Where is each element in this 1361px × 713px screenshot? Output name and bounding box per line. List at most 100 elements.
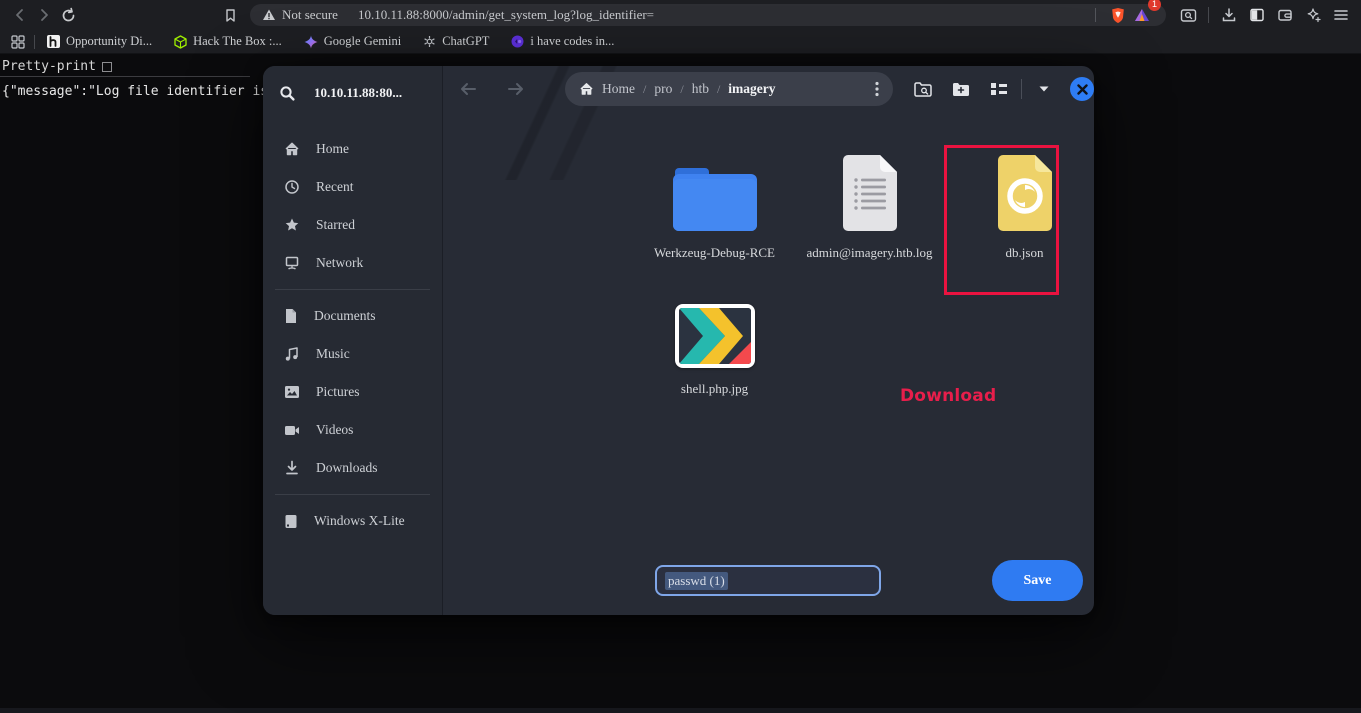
screen: Not secure 10.10.11.88:8000/admin/get_sy… bbox=[0, 0, 1361, 713]
sidebar-item-music[interactable]: Music bbox=[263, 335, 442, 373]
breadcrumb-imagery[interactable]: imagery bbox=[728, 81, 775, 97]
sidebar-item-label: Documents bbox=[314, 308, 376, 324]
bookmark-opportunity[interactable]: Opportunity Di... bbox=[45, 32, 154, 52]
file-werkzeug-debug-rce[interactable]: Werkzeug-Debug-RCE bbox=[637, 136, 792, 272]
new-folder-button[interactable] bbox=[949, 77, 973, 101]
bookmark-codes[interactable]: i have codes in... bbox=[509, 32, 616, 52]
search-folder-button[interactable] bbox=[911, 77, 935, 101]
save-button[interactable]: Save bbox=[992, 560, 1083, 601]
download-tray-icon bbox=[1221, 7, 1237, 23]
breadcrumb-htb[interactable]: htb bbox=[692, 81, 709, 97]
header-separator bbox=[1021, 79, 1022, 99]
kebab-menu-icon bbox=[875, 81, 879, 97]
bookmark-gemini[interactable]: Google Gemini bbox=[302, 32, 403, 52]
bookmark-label: i have codes in... bbox=[530, 34, 614, 49]
sidebar-item-videos[interactable]: Videos bbox=[263, 411, 442, 449]
back-button[interactable] bbox=[8, 3, 32, 27]
pretty-print-checkbox[interactable] bbox=[102, 62, 112, 72]
reload-icon bbox=[60, 7, 77, 24]
sidebar-item-downloads[interactable]: Downloads bbox=[263, 449, 442, 487]
toolbar-right-icons bbox=[1176, 3, 1353, 27]
brave-shield-button[interactable] bbox=[1106, 3, 1130, 27]
view-mode-button[interactable] bbox=[987, 77, 1011, 101]
url-text: 10.10.11.88:8000/admin/get_system_log?lo… bbox=[358, 7, 1085, 23]
brave-rewards-icon bbox=[1134, 8, 1150, 23]
sidebar-item-network[interactable]: Network bbox=[263, 244, 442, 282]
dialog-header-actions bbox=[911, 77, 1094, 101]
dialog-back-button[interactable] bbox=[455, 76, 481, 102]
view-dropdown-button[interactable] bbox=[1032, 77, 1056, 101]
leo-ai-button[interactable] bbox=[1301, 3, 1325, 27]
forward-button[interactable] bbox=[32, 3, 56, 27]
apps-grid-icon bbox=[11, 35, 25, 49]
dialog-header: Home / pro / htb / imagery bbox=[443, 66, 1094, 112]
file-label: db.json bbox=[1006, 245, 1044, 261]
bookmark-hackthebox[interactable]: Hack The Box :... bbox=[172, 32, 284, 52]
downloads-button[interactable] bbox=[1217, 3, 1241, 27]
hackerone-h-icon bbox=[47, 35, 60, 48]
file-db-json[interactable]: db.json bbox=[947, 136, 1094, 272]
bookmarks-bar: Opportunity Di... Hack The Box :... Goog… bbox=[0, 30, 1361, 54]
sidebar-item-recent[interactable]: Recent bbox=[263, 168, 442, 206]
search-tabs-button[interactable] bbox=[1176, 3, 1200, 27]
gemini-star-icon bbox=[304, 35, 318, 49]
filename-input[interactable]: passwd (1) bbox=[655, 565, 881, 596]
file-label: admin@imagery.htb.log bbox=[807, 245, 933, 261]
sidebar-item-label: Recent bbox=[316, 179, 353, 195]
htb-cube-icon bbox=[174, 35, 187, 49]
bookmark-chatgpt[interactable]: ChatGPT bbox=[421, 32, 491, 52]
annotation-download-label: Download bbox=[900, 386, 996, 406]
close-button[interactable] bbox=[1070, 77, 1094, 101]
network-icon bbox=[284, 255, 300, 271]
menu-button[interactable] bbox=[1329, 3, 1353, 27]
reload-button[interactable] bbox=[56, 3, 80, 27]
address-bar[interactable]: Not secure 10.10.11.88:8000/admin/get_sy… bbox=[250, 4, 1166, 26]
video-camera-icon bbox=[284, 424, 300, 437]
rewards-badge: 1 bbox=[1148, 0, 1161, 11]
toolbar-separator bbox=[1208, 7, 1209, 23]
warning-triangle-icon bbox=[262, 8, 276, 22]
chevron-down-icon bbox=[1038, 85, 1050, 93]
home-icon bbox=[284, 141, 300, 157]
sidebar-item-label: Downloads bbox=[316, 460, 378, 476]
apps-button[interactable] bbox=[8, 32, 28, 52]
file-label: shell.php.jpg bbox=[681, 381, 748, 397]
pretty-print-row: Pretty-print bbox=[2, 59, 112, 74]
filename-selected-text: passwd (1) bbox=[665, 572, 728, 590]
sidebar-item-starred[interactable]: Starred bbox=[263, 206, 442, 244]
sidebar-item-windows-x-lite[interactable]: Windows X-Lite bbox=[263, 502, 442, 540]
search-icon[interactable] bbox=[279, 85, 296, 102]
security-label: Not secure bbox=[282, 7, 338, 23]
clock-icon bbox=[284, 179, 300, 195]
forward-arrow-icon bbox=[506, 81, 526, 97]
sidebar-item-label: Starred bbox=[316, 217, 355, 233]
forward-arrow-icon bbox=[36, 7, 52, 23]
bookmark-this-page-button[interactable] bbox=[218, 3, 242, 27]
file-shell-php-jpg[interactable]: shell.php.jpg bbox=[637, 272, 792, 408]
sidebar-item-label: Home bbox=[316, 141, 349, 157]
wallet-icon bbox=[1277, 7, 1293, 23]
brave-rewards-button[interactable]: 1 bbox=[1130, 3, 1154, 27]
file-admin-log[interactable]: admin@imagery.htb.log bbox=[792, 136, 947, 272]
breadcrumb-pro[interactable]: pro bbox=[654, 81, 672, 97]
dialog-forward-button[interactable] bbox=[503, 76, 529, 102]
close-icon bbox=[1077, 84, 1088, 95]
bookmark-label: Opportunity Di... bbox=[66, 34, 152, 49]
wallet-button[interactable] bbox=[1273, 3, 1297, 27]
breadcrumb-separator: / bbox=[643, 82, 646, 97]
sidebar-item-pictures[interactable]: Pictures bbox=[263, 373, 442, 411]
purple-chat-icon bbox=[511, 35, 524, 48]
bookmark-label: Google Gemini bbox=[324, 34, 401, 49]
sidebar-item-documents[interactable]: Documents bbox=[263, 297, 442, 335]
pretty-print-label: Pretty-print bbox=[2, 59, 96, 74]
sidebar-toggle-button[interactable] bbox=[1245, 3, 1269, 27]
breadcrumb-menu-button[interactable] bbox=[875, 81, 879, 97]
breadcrumb-separator: / bbox=[680, 82, 683, 97]
bookmark-label: ChatGPT bbox=[442, 34, 489, 49]
sidebar-item-label: Network bbox=[316, 255, 363, 271]
breadcrumb-home[interactable]: Home bbox=[602, 81, 635, 97]
home-icon bbox=[579, 82, 594, 96]
sidebar-item-home[interactable]: Home bbox=[263, 130, 442, 168]
sparkle-icon bbox=[1305, 7, 1322, 24]
taskbar-strip bbox=[0, 708, 1361, 713]
